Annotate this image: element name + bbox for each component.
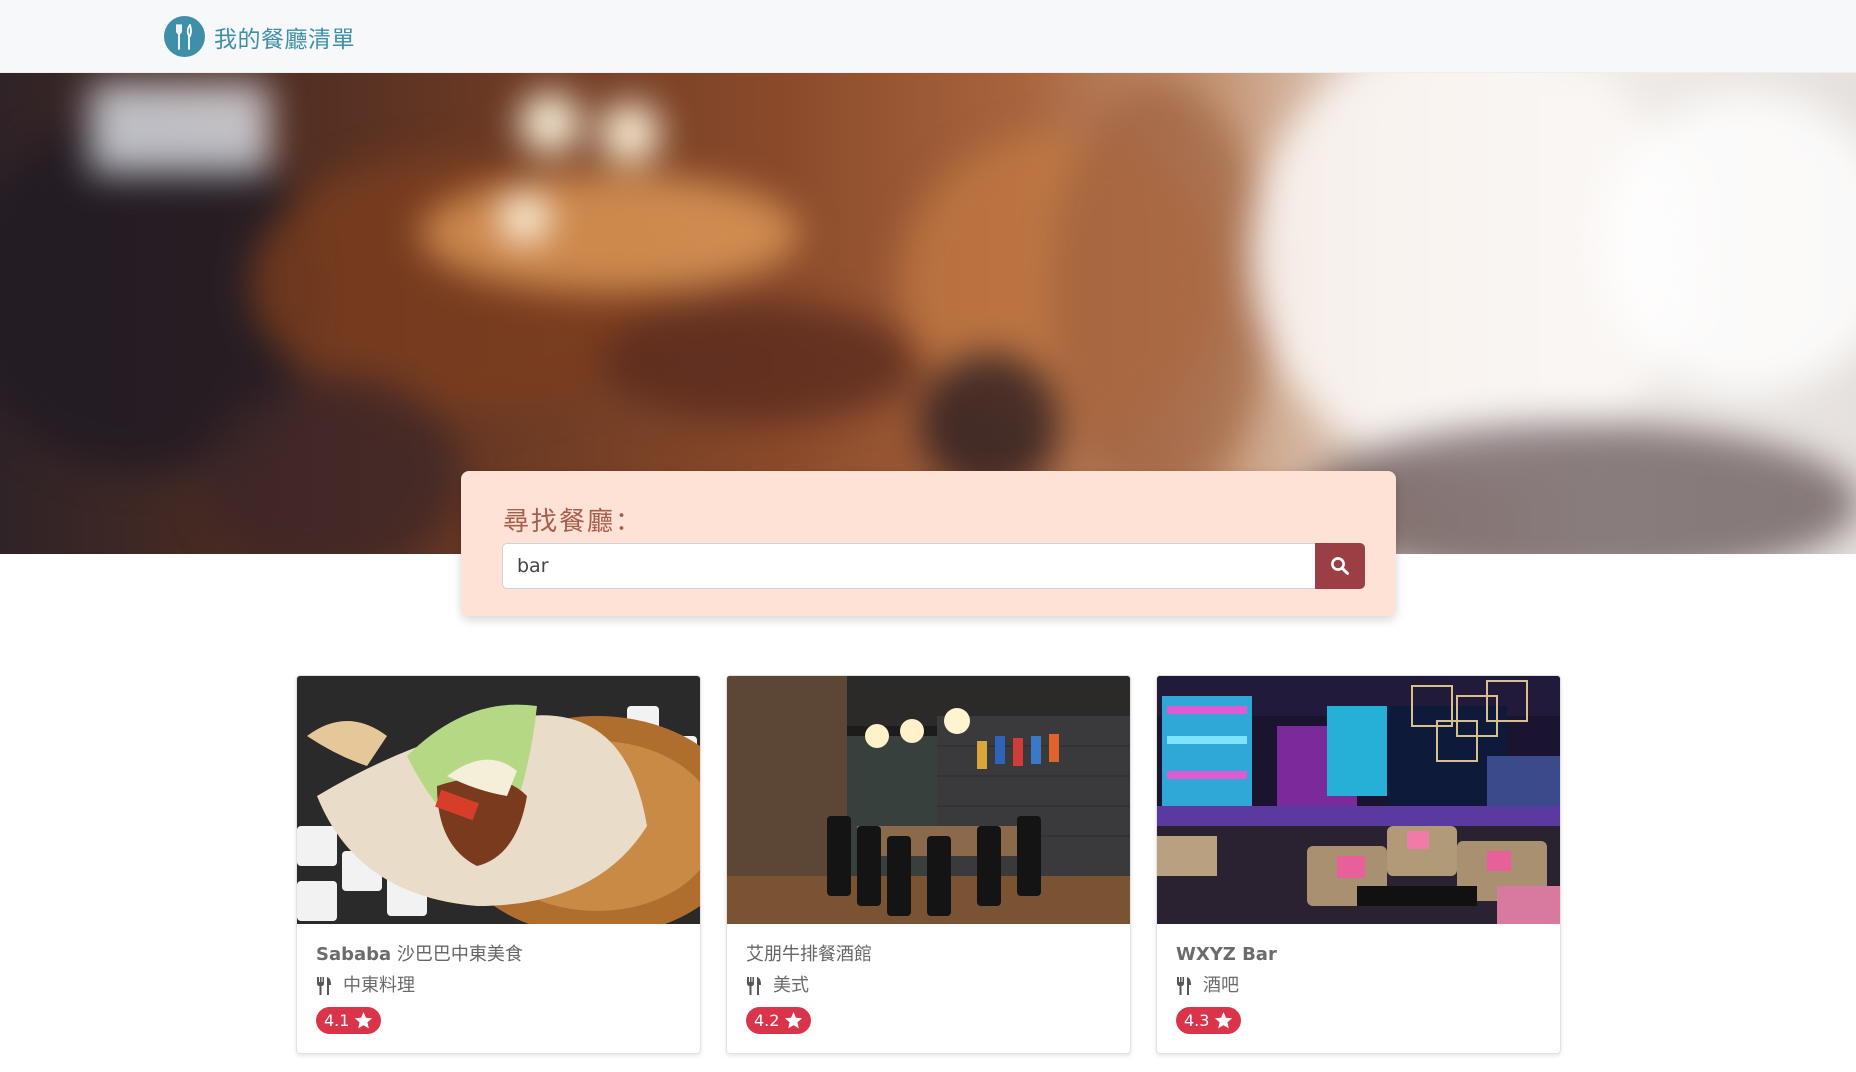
restaurant-card-steakhouse[interactable]: 艾朋牛排餐酒館 美式 4.2: [726, 675, 1131, 1054]
utensils-icon: [1177, 977, 1191, 995]
restaurant-photo: [297, 676, 700, 924]
rating-value: 4.3: [1184, 1011, 1210, 1030]
restaurant-card-wxyz-bar[interactable]: WXYZ Bar 酒吧 4.3: [1156, 675, 1561, 1054]
restaurant-name-zh: 沙巴巴中東美食: [396, 944, 523, 965]
search-icon: [1331, 557, 1349, 575]
restaurant-category: 酒吧: [1176, 973, 1545, 999]
restaurant-category-label: 美式: [773, 975, 809, 996]
brand-title: 我的餐廳清單: [214, 26, 355, 53]
restaurant-name-en: WXYZ Bar: [1176, 944, 1277, 965]
restaurant-photo: [1157, 676, 1560, 924]
search-title: 尋找餐廳：: [503, 507, 644, 537]
navbar: 我的餐廳清單: [0, 0, 1856, 73]
brand-link[interactable]: 我的餐廳清單: [164, 16, 355, 57]
restaurant-category-label: 中東料理: [343, 975, 415, 996]
star-icon: [785, 1011, 803, 1028]
search-input[interactable]: [502, 543, 1315, 589]
rating-badge: 4.2: [746, 1007, 812, 1034]
rating-badge: 4.3: [1176, 1007, 1242, 1034]
restaurant-card-sababa[interactable]: Sababa 沙巴巴中東美食 中東料理 4.1: [296, 675, 701, 1054]
restaurant-category-label: 酒吧: [1203, 975, 1239, 996]
restaurant-name-en: Sababa: [316, 944, 392, 965]
restaurant-category: 中東料理: [316, 973, 685, 999]
utensils-icon: [317, 977, 331, 995]
restaurant-name: Sababa 沙巴巴中東美食: [316, 942, 685, 968]
rating-value: 4.1: [324, 1011, 350, 1030]
star-icon: [1215, 1011, 1233, 1028]
star-icon: [355, 1011, 373, 1028]
search-button[interactable]: [1315, 543, 1365, 589]
search-panel: 尋找餐廳：: [461, 471, 1396, 616]
rating-badge: 4.1: [316, 1007, 382, 1034]
restaurant-name: 艾朋牛排餐酒館: [746, 942, 1115, 968]
restaurant-category: 美式: [746, 973, 1115, 999]
utensils-icon: [747, 977, 761, 995]
restaurant-photo: [727, 676, 1130, 924]
rating-value: 4.2: [754, 1011, 780, 1030]
restaurant-name-zh: 艾朋牛排餐酒館: [746, 944, 872, 965]
fork-knife-icon: [164, 16, 205, 57]
restaurant-name: WXYZ Bar: [1176, 942, 1545, 968]
